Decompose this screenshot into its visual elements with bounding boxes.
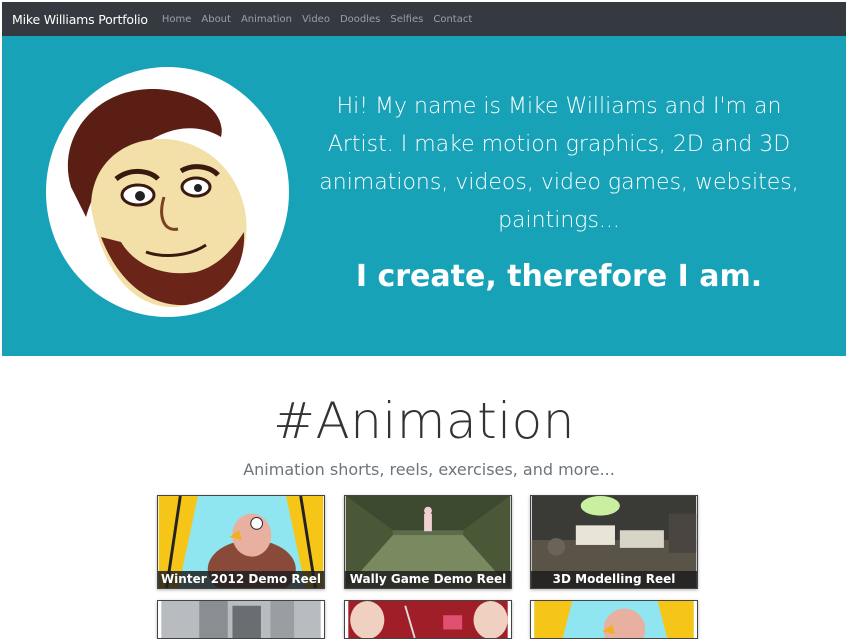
thumbnail-wally-game-demo-reel[interactable]: Wally Game Demo Reel [344, 495, 512, 589]
nav-link-doodles[interactable]: Doodles [340, 14, 380, 25]
thumbnail-label: Winter 2012 Demo Reel [158, 571, 324, 588]
thumbnail-label: Wally Game Demo Reel [345, 571, 511, 588]
nav-link-video[interactable]: Video [302, 14, 330, 25]
section-subtitle: Animation shorts, reels, exercises, and … [243, 460, 615, 479]
nav-links: Home About Animation Video Doodles Selfi… [162, 14, 472, 25]
hero-text: Hi! My name is Mike Williams and I'm an … [302, 88, 816, 296]
nav-link-about[interactable]: About [201, 14, 231, 25]
turkey-cartoon-icon [534, 601, 694, 638]
robot-statue-icon [161, 601, 321, 638]
thumbnail-theater-cartoon[interactable] [344, 600, 512, 639]
section-title: #Animation [273, 392, 575, 450]
intro-text: Hi! My name is Mike Williams and I'm an … [319, 94, 799, 233]
nav-link-animation[interactable]: Animation [241, 14, 292, 25]
motto-heading: I create, therefore I am. [355, 259, 763, 294]
nav-link-home[interactable]: Home [162, 14, 192, 25]
hero-banner: Hi! My name is Mike Williams and I'm an … [2, 36, 846, 356]
thumbnail-robot-statue[interactable] [157, 600, 325, 639]
nav-link-contact[interactable]: Contact [433, 14, 472, 25]
thumbnail-winter-2012-demo-reel[interactable]: Winter 2012 Demo Reel [157, 495, 325, 589]
thumbnail-turkey-cartoon[interactable] [530, 600, 698, 639]
thumbnail-3d-modelling-reel[interactable]: 3D Modelling Reel [530, 495, 698, 589]
thumbnail-label: 3D Modelling Reel [531, 571, 697, 588]
avatar [46, 67, 289, 317]
brand-link[interactable]: Mike Williams Portfolio [12, 12, 148, 27]
self-portrait-caricature-icon [67, 88, 247, 308]
navbar: Mike Williams Portfolio Home About Anima… [2, 2, 846, 36]
nav-link-selfies[interactable]: Selfies [390, 14, 423, 25]
theater-cartoon-icon [348, 601, 508, 638]
